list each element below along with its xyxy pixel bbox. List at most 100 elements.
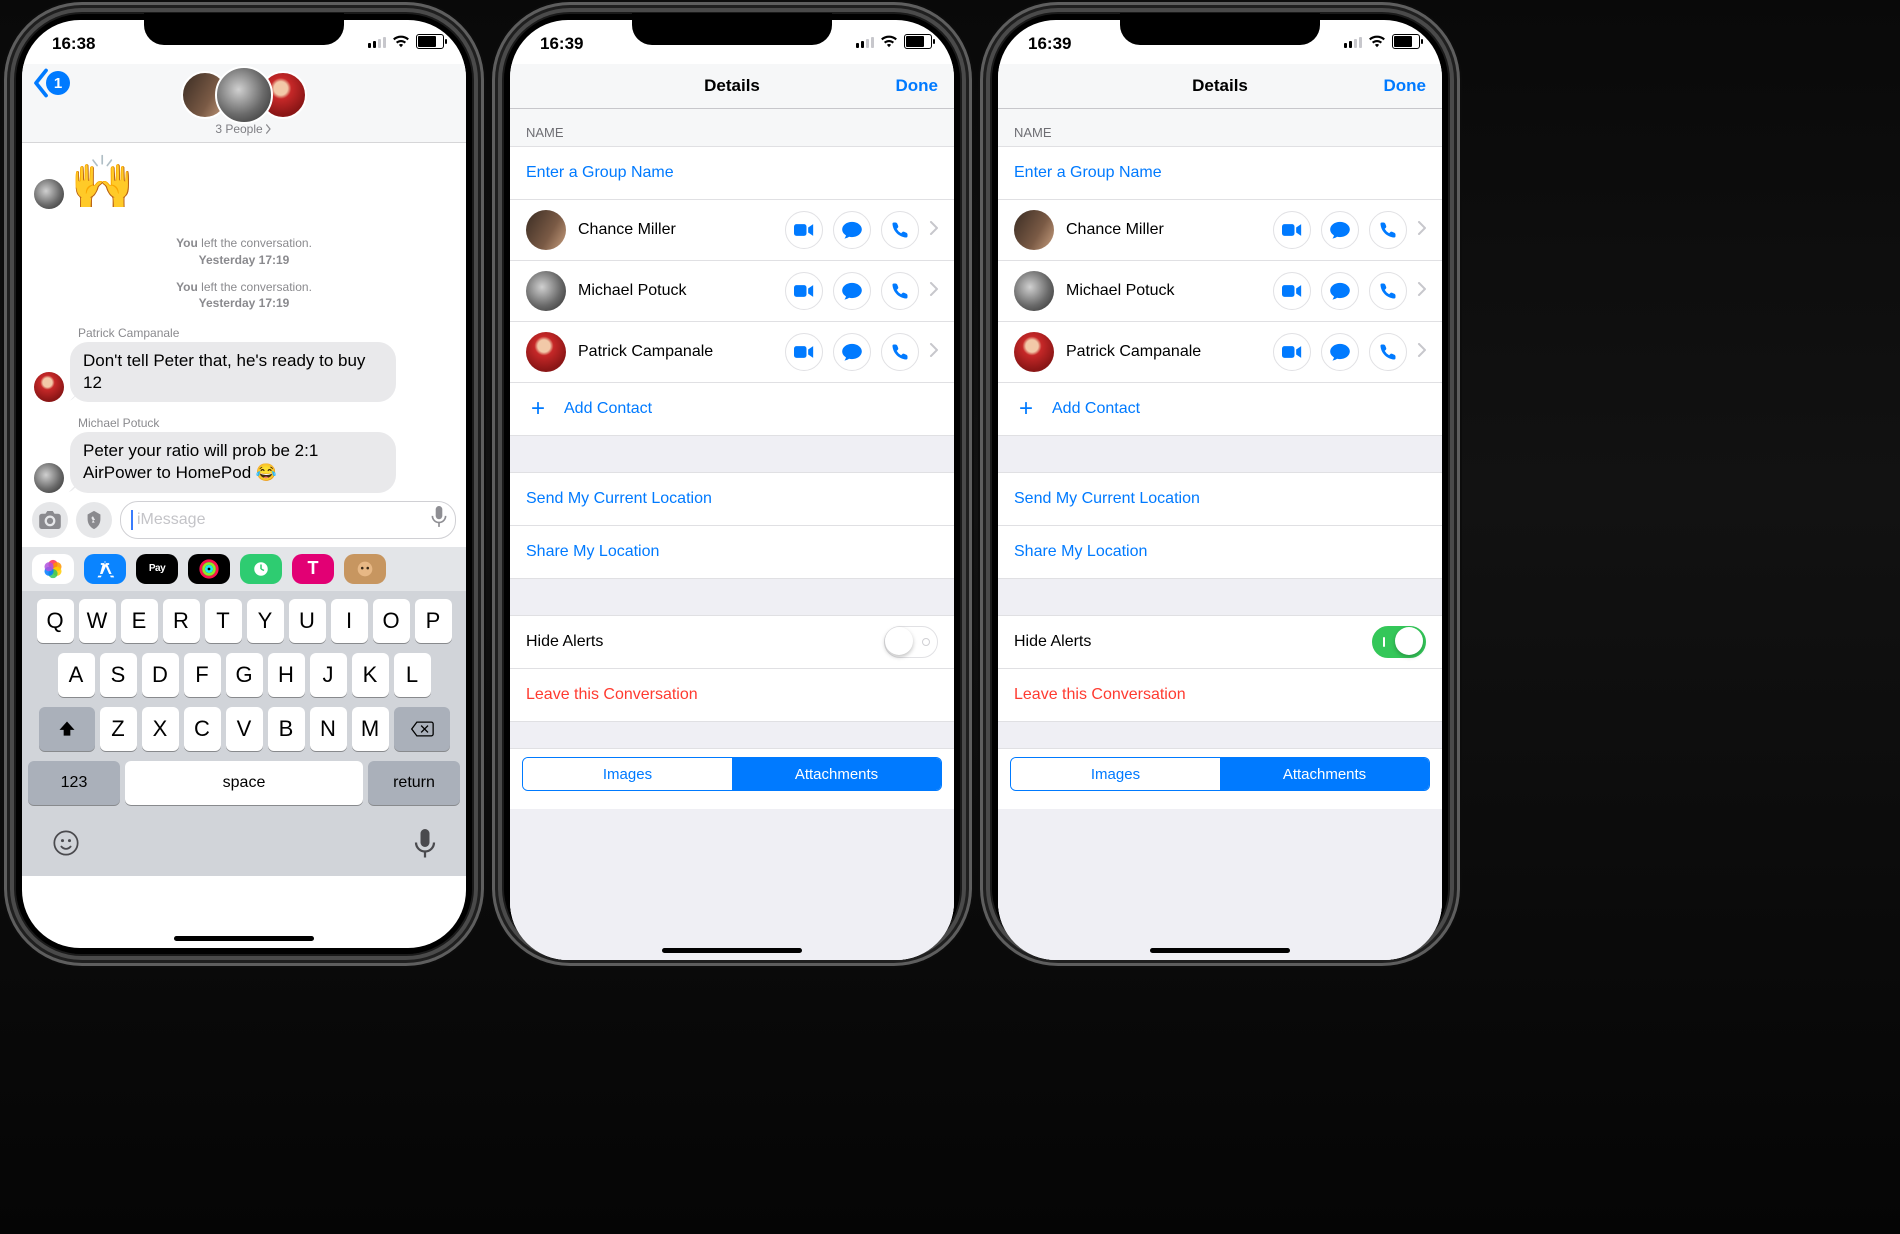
key-a[interactable]: A <box>58 653 95 697</box>
key-n[interactable]: N <box>310 707 347 751</box>
key-v[interactable]: V <box>226 707 263 751</box>
call-button[interactable] <box>881 272 919 310</box>
home-indicator[interactable] <box>1150 948 1290 953</box>
key-j[interactable]: J <box>310 653 347 697</box>
share-location-button[interactable]: Share My Location <box>998 526 1442 579</box>
return-key[interactable]: return <box>368 761 460 805</box>
contact-name: Patrick Campanale <box>1066 343 1273 361</box>
facetime-video-button[interactable] <box>785 333 823 371</box>
facetime-video-button[interactable] <box>785 272 823 310</box>
add-contact-button[interactable]: + Add Contact <box>510 383 954 436</box>
home-indicator[interactable] <box>662 948 802 953</box>
key-t[interactable]: T <box>205 599 242 643</box>
contact-row[interactable]: Chance Miller <box>510 200 954 261</box>
message-button[interactable] <box>833 211 871 249</box>
contact-row[interactable]: Chance Miller <box>998 200 1442 261</box>
call-button[interactable] <box>1369 333 1407 371</box>
key-d[interactable]: D <box>142 653 179 697</box>
apps-button[interactable] <box>76 502 112 538</box>
animoji-app-icon[interactable] <box>344 554 386 584</box>
key-p[interactable]: P <box>415 599 452 643</box>
segmented-control[interactable]: Images Attachments <box>522 757 942 791</box>
segment-images[interactable]: Images <box>523 758 732 790</box>
group-name-input[interactable]: Enter a Group Name <box>998 146 1442 200</box>
message-button[interactable] <box>1321 272 1359 310</box>
share-location-button[interactable]: Share My Location <box>510 526 954 579</box>
key-g[interactable]: G <box>226 653 263 697</box>
facetime-video-button[interactable] <box>1273 272 1311 310</box>
message-button[interactable] <box>1321 211 1359 249</box>
key-y[interactable]: Y <box>247 599 284 643</box>
segment-images[interactable]: Images <box>1011 758 1220 790</box>
group-avatars[interactable] <box>181 66 307 124</box>
key-o[interactable]: O <box>373 599 410 643</box>
contact-name: Michael Potuck <box>578 282 785 300</box>
home-indicator[interactable] <box>174 936 314 941</box>
hide-alerts-toggle[interactable] <box>1372 626 1426 658</box>
contact-row[interactable]: Patrick Campanale <box>998 322 1442 383</box>
emoji-key[interactable] <box>52 829 80 864</box>
key-f[interactable]: F <box>184 653 221 697</box>
key-l[interactable]: L <box>394 653 431 697</box>
key-b[interactable]: B <box>268 707 305 751</box>
message-button[interactable] <box>833 333 871 371</box>
segment-attachments[interactable]: Attachments <box>732 758 941 790</box>
dictate-key[interactable] <box>414 829 436 864</box>
leave-conversation-button[interactable]: Leave this Conversation <box>510 669 954 722</box>
tmobile-app-icon[interactable]: T <box>292 554 334 584</box>
key-q[interactable]: Q <box>37 599 74 643</box>
facetime-video-button[interactable] <box>785 211 823 249</box>
dictate-icon[interactable] <box>431 506 447 533</box>
leave-conversation-button[interactable]: Leave this Conversation <box>998 669 1442 722</box>
call-button[interactable] <box>881 211 919 249</box>
back-button[interactable]: 1 <box>32 68 70 98</box>
appstore-app-icon[interactable] <box>84 554 126 584</box>
facetime-video-button[interactable] <box>1273 333 1311 371</box>
contact-row[interactable]: Michael Potuck <box>998 261 1442 322</box>
facetime-video-button[interactable] <box>1273 211 1311 249</box>
key-c[interactable]: C <box>184 707 221 751</box>
message-button[interactable] <box>833 272 871 310</box>
add-contact-button[interactable]: + Add Contact <box>998 383 1442 436</box>
key-i[interactable]: I <box>331 599 368 643</box>
send-location-button[interactable]: Send My Current Location <box>510 472 954 526</box>
keyboard[interactable]: QWERTYUIOP ASDFGHJKL ZXCVBNM 123 space r… <box>22 591 466 876</box>
done-button[interactable]: Done <box>896 76 939 96</box>
backspace-key[interactable] <box>394 707 450 751</box>
done-button[interactable]: Done <box>1384 76 1427 96</box>
camera-button[interactable] <box>32 502 68 538</box>
chevron-right-icon <box>929 343 938 362</box>
key-k[interactable]: K <box>352 653 389 697</box>
key-r[interactable]: R <box>163 599 200 643</box>
activity-app-icon[interactable] <box>188 554 230 584</box>
key-m[interactable]: M <box>352 707 389 751</box>
segment-attachments[interactable]: Attachments <box>1220 758 1429 790</box>
shift-key[interactable] <box>39 707 95 751</box>
call-button[interactable] <box>881 333 919 371</box>
key-e[interactable]: E <box>121 599 158 643</box>
contact-row[interactable]: Michael Potuck <box>510 261 954 322</box>
space-key[interactable]: space <box>125 761 363 805</box>
applepay-app-icon[interactable]: Pay <box>136 554 178 584</box>
apps-drawer[interactable]: Pay T <box>22 547 466 591</box>
key-u[interactable]: U <box>289 599 326 643</box>
group-name-input[interactable]: Enter a Group Name <box>510 146 954 200</box>
key-z[interactable]: Z <box>100 707 137 751</box>
key-w[interactable]: W <box>79 599 116 643</box>
key-s[interactable]: S <box>100 653 137 697</box>
message-button[interactable] <box>1321 333 1359 371</box>
photos-app-icon[interactable] <box>32 554 74 584</box>
clock-app-icon[interactable] <box>240 554 282 584</box>
send-location-button[interactable]: Send My Current Location <box>998 472 1442 526</box>
sender-name: Michael Potuck <box>78 416 458 430</box>
key-x[interactable]: X <box>142 707 179 751</box>
call-button[interactable] <box>1369 211 1407 249</box>
numbers-key[interactable]: 123 <box>28 761 120 805</box>
compose-input[interactable]: iMessage <box>120 501 456 539</box>
hide-alerts-toggle[interactable] <box>884 626 938 658</box>
segmented-control[interactable]: Images Attachments <box>1010 757 1430 791</box>
call-button[interactable] <box>1369 272 1407 310</box>
group-subtitle[interactable]: 3 People <box>215 122 272 136</box>
contact-row[interactable]: Patrick Campanale <box>510 322 954 383</box>
key-h[interactable]: H <box>268 653 305 697</box>
